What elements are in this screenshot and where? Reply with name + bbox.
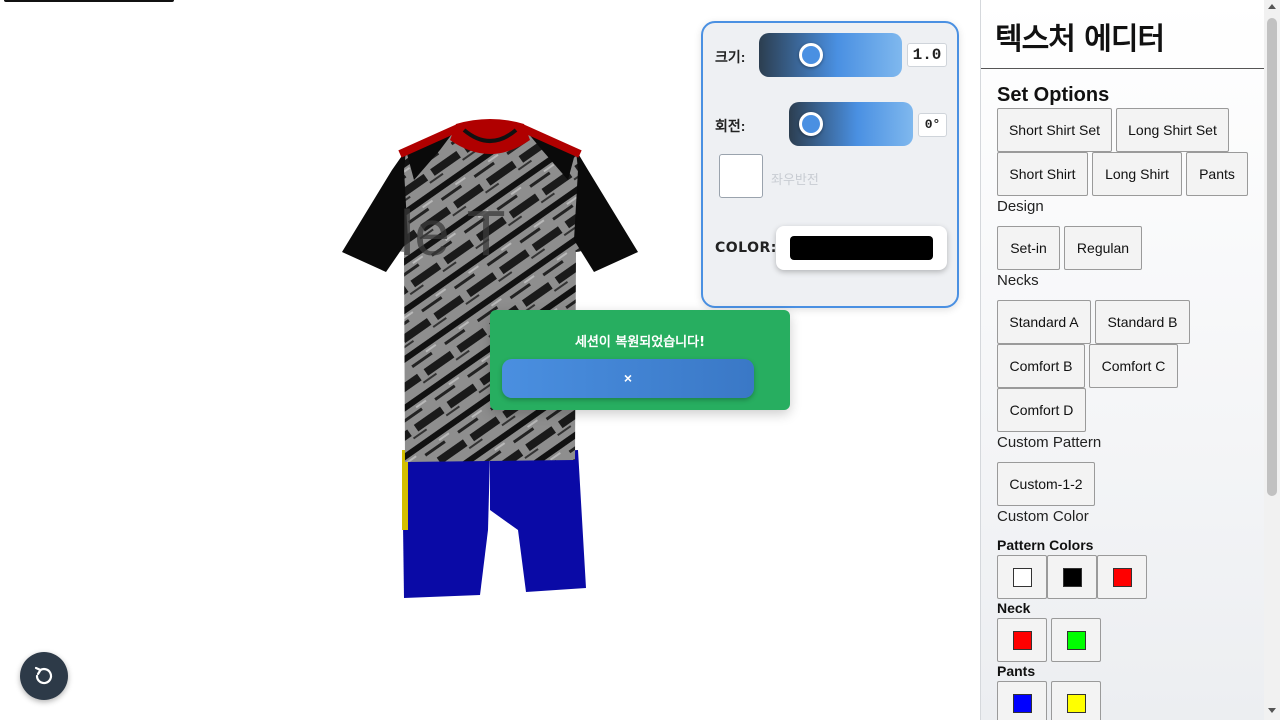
- reset-view-button[interactable]: [20, 652, 68, 700]
- sidebar-scrollbar[interactable]: [1264, 0, 1280, 720]
- toast-message: 세션이 복원되었습니다!: [574, 335, 706, 350]
- title-divider: [981, 68, 1265, 69]
- set-option-short-shirt[interactable]: Short Shirt: [997, 152, 1088, 196]
- custom-color-heading: Custom Color: [997, 508, 1089, 525]
- set-option-long-shirt-set[interactable]: Long Shirt Set: [1116, 108, 1229, 152]
- pants-right-leg: [490, 450, 586, 592]
- pants-left-leg: [402, 450, 490, 598]
- custom-pattern-1-2[interactable]: Custom-1-2: [997, 462, 1095, 506]
- color-picker[interactable]: [776, 226, 947, 270]
- right-sleeve: [574, 150, 638, 272]
- scroll-down-arrow-icon[interactable]: [1268, 708, 1276, 713]
- neck-comfort-d[interactable]: Comfort D: [997, 388, 1086, 432]
- rotate-ccw-icon: [34, 666, 53, 685]
- rotation-label: 회전:: [715, 118, 746, 134]
- design-regulan[interactable]: Regulan: [1064, 226, 1142, 270]
- color-square: [1013, 568, 1032, 587]
- design-set-in[interactable]: Set-in: [997, 226, 1060, 270]
- neck-color-swatch[interactable]: [1051, 618, 1101, 662]
- size-label: 크기:: [715, 49, 746, 65]
- set-option-pants[interactable]: Pants: [1186, 152, 1248, 196]
- rotation-value[interactable]: 0°: [918, 113, 947, 137]
- flip-label: 좌우반전: [771, 173, 819, 188]
- neck-comfort-c[interactable]: Comfort C: [1089, 344, 1178, 388]
- pants-color-swatch[interactable]: [997, 681, 1047, 720]
- flip-checkbox[interactable]: [719, 154, 763, 198]
- toast-close-button[interactable]: ×: [502, 359, 754, 398]
- color-square: [1013, 694, 1032, 713]
- shirt-overlay-text: le T: [400, 197, 506, 269]
- design-heading: Design: [997, 198, 1044, 215]
- pattern-color-swatch[interactable]: [1047, 555, 1097, 599]
- left-sleeve: [342, 150, 408, 272]
- pattern-colors-heading: Pattern Colors: [997, 537, 1094, 553]
- color-square: [1067, 631, 1086, 650]
- neck-color-swatch[interactable]: [997, 618, 1047, 662]
- rotation-slider[interactable]: [789, 102, 913, 146]
- session-restored-toast: 세션이 복원되었습니다! ×: [490, 310, 790, 410]
- color-square: [1013, 631, 1032, 650]
- neck-colors-heading: Neck: [997, 600, 1031, 616]
- custom-pattern-heading: Custom Pattern: [997, 434, 1102, 451]
- shirt-body: [388, 124, 592, 462]
- size-slider[interactable]: [759, 33, 902, 77]
- color-square: [1063, 568, 1082, 587]
- color-square: [1113, 568, 1132, 587]
- pants-color-swatch[interactable]: [1051, 681, 1101, 720]
- neck-standard-b[interactable]: Standard B: [1095, 300, 1190, 344]
- size-value[interactable]: 1.0: [907, 43, 947, 67]
- rotation-slider-thumb[interactable]: [799, 112, 823, 136]
- set-option-short-shirt-set[interactable]: Short Shirt Set: [997, 108, 1112, 152]
- pants-colors-heading: Pants: [997, 663, 1036, 679]
- neck-standard-a[interactable]: Standard A: [997, 300, 1091, 344]
- color-swatch: [790, 236, 933, 260]
- pattern-color-swatch[interactable]: [1097, 555, 1147, 599]
- color-label: COLOR:: [715, 240, 777, 256]
- set-option-long-shirt[interactable]: Long Shirt: [1092, 152, 1182, 196]
- pattern-color-swatch[interactable]: [997, 555, 1047, 599]
- scroll-up-arrow-icon[interactable]: [1268, 4, 1276, 9]
- neck-comfort-b[interactable]: Comfort B: [997, 344, 1085, 388]
- set-options-heading: Set Options: [997, 84, 1110, 106]
- necks-heading: Necks: [997, 272, 1039, 289]
- texture-editor-sidebar: 텍스처 에디터 Set Options Short Shirt Set Long…: [980, 0, 1280, 720]
- size-slider-thumb[interactable]: [799, 43, 823, 67]
- color-square: [1067, 694, 1086, 713]
- texture-control-panel: 크기: 1.0 회전: 0° 좌우반전 COLOR:: [701, 21, 959, 308]
- sidebar-title: 텍스처 에디터: [995, 22, 1165, 57]
- scroll-thumb[interactable]: [1267, 18, 1277, 496]
